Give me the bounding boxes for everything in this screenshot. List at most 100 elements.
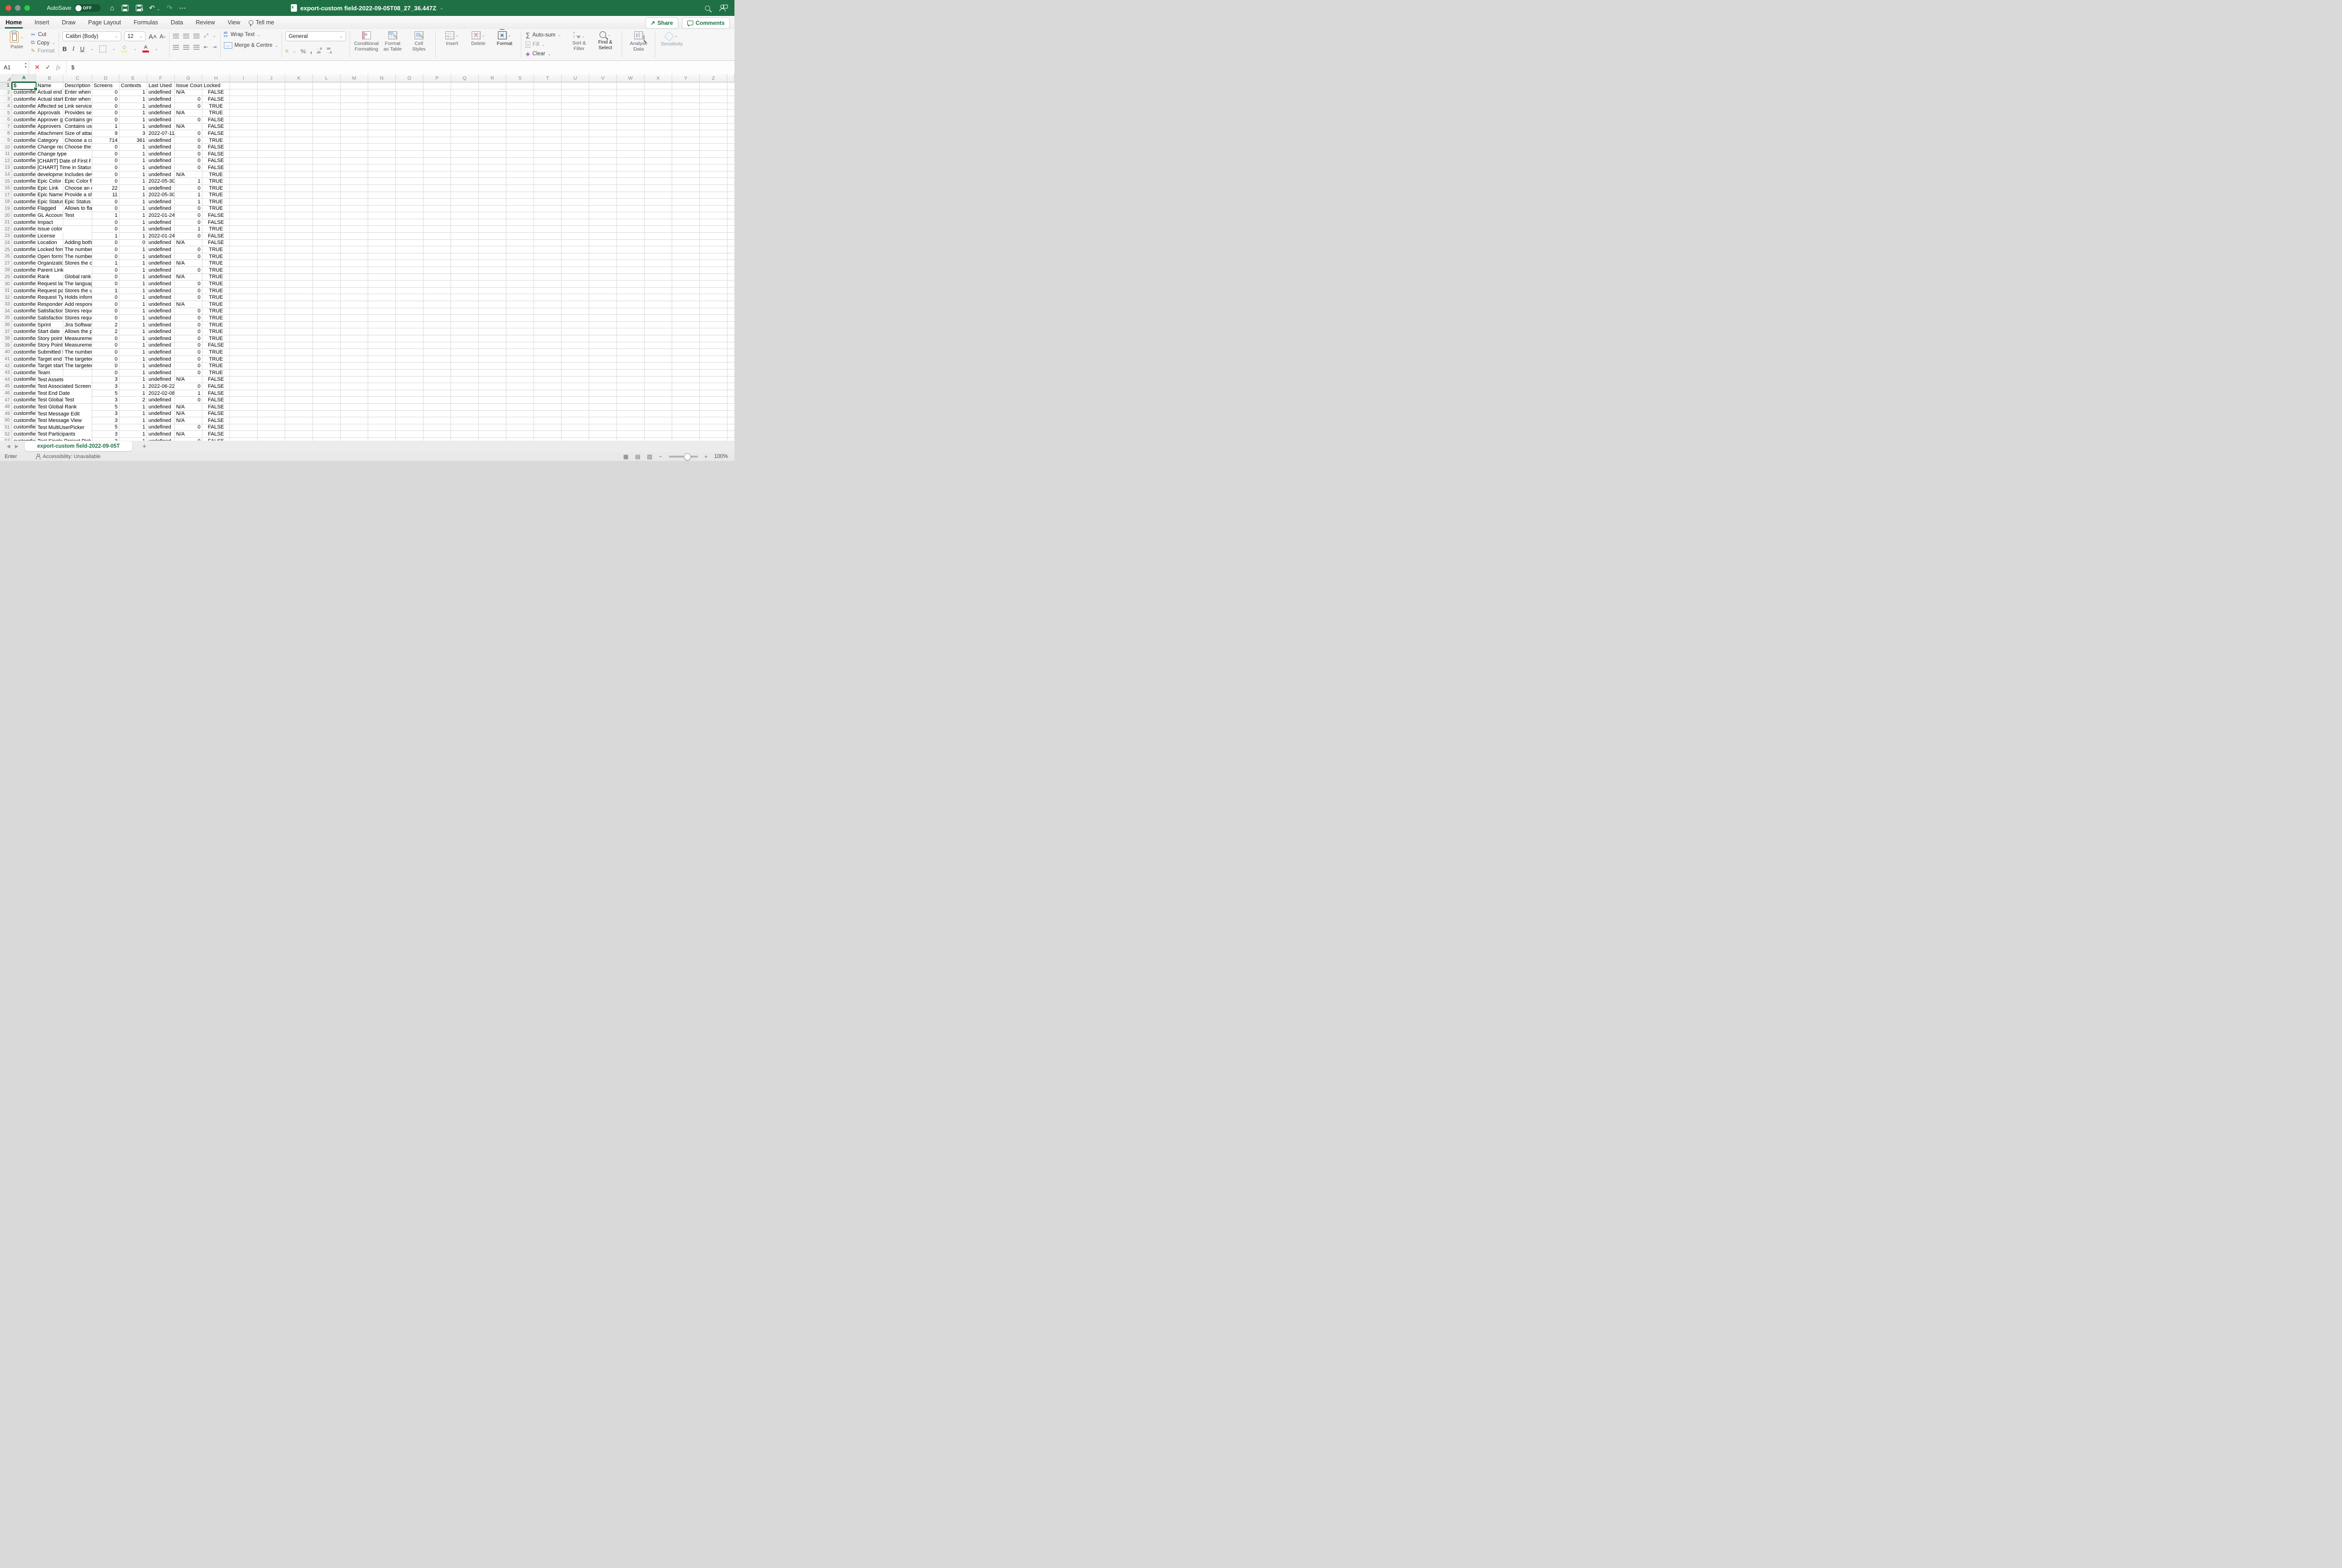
cell-A9[interactable]: customfield_ xyxy=(12,137,36,144)
cell-B33[interactable]: Responders xyxy=(36,301,63,308)
cell-I19[interactable] xyxy=(230,206,258,213)
row-header-2[interactable]: 2 xyxy=(0,89,12,96)
cell-A21[interactable]: customfield_ xyxy=(12,219,36,226)
cell-Q51[interactable] xyxy=(451,424,479,431)
cell-E48[interactable]: 1 xyxy=(119,404,147,411)
cell-E36[interactable]: 1 xyxy=(119,322,147,329)
cell-D7[interactable]: 1 xyxy=(92,124,119,131)
cell-Z15[interactable] xyxy=(700,178,727,185)
cell-M16[interactable] xyxy=(341,185,368,192)
cell-K27[interactable] xyxy=(285,260,313,267)
share-people-icon[interactable] xyxy=(719,5,728,11)
cell-K37[interactable] xyxy=(285,328,313,335)
cell-J37[interactable] xyxy=(258,328,285,335)
cell-V39[interactable] xyxy=(589,342,617,349)
cell-K29[interactable] xyxy=(285,274,313,281)
cell-T51[interactable] xyxy=(534,424,562,431)
cell-K23[interactable] xyxy=(285,233,313,240)
cell-U2[interactable] xyxy=(562,89,589,96)
cell-M13[interactable] xyxy=(341,164,368,171)
cell-D3[interactable]: 0 xyxy=(92,96,119,103)
cell-J51[interactable] xyxy=(258,424,285,431)
cell-N12[interactable] xyxy=(368,158,396,165)
cell-P32[interactable] xyxy=(423,294,451,301)
cell-I35[interactable] xyxy=(230,315,258,322)
cell-L46[interactable] xyxy=(313,390,341,397)
cell-M41[interactable] xyxy=(341,356,368,363)
cell-X29[interactable] xyxy=(645,274,672,281)
cell-C39[interactable]: Measuremen xyxy=(63,342,92,349)
row-header-44[interactable]: 44 xyxy=(0,377,12,384)
cell-G23[interactable]: 0 xyxy=(175,233,202,240)
cell-P1[interactable] xyxy=(423,82,451,89)
cell-Y3[interactable] xyxy=(672,96,700,103)
cell-K44[interactable] xyxy=(285,377,313,384)
cell-L40[interactable] xyxy=(313,349,341,356)
home-icon[interactable]: ⌂ xyxy=(110,5,114,12)
cell-X45[interactable] xyxy=(645,383,672,390)
cell-Q16[interactable] xyxy=(451,185,479,192)
cell-P16[interactable] xyxy=(423,185,451,192)
cell-M44[interactable] xyxy=(341,377,368,384)
cell-Z19[interactable] xyxy=(700,206,727,213)
cell-F15[interactable]: 2022-05-30T xyxy=(147,178,175,185)
cell-P36[interactable] xyxy=(423,322,451,329)
cell-J9[interactable] xyxy=(258,137,285,144)
cell-I15[interactable] xyxy=(230,178,258,185)
cell-H20[interactable]: FALSE xyxy=(202,212,230,219)
cell-B21[interactable]: Impact xyxy=(36,219,63,226)
cell-Y17[interactable] xyxy=(672,192,700,199)
cell-T35[interactable] xyxy=(534,315,562,322)
cell-Z17[interactable] xyxy=(700,192,727,199)
cell-X37[interactable] xyxy=(645,328,672,335)
more-commands-icon[interactable]: ⋯ xyxy=(179,5,186,12)
cell-D24[interactable]: 0 xyxy=(92,240,119,247)
cell-P18[interactable] xyxy=(423,199,451,206)
cell-P37[interactable] xyxy=(423,328,451,335)
cell-G21[interactable]: 0 xyxy=(175,219,202,226)
cell-N47[interactable] xyxy=(368,397,396,404)
cell-K45[interactable] xyxy=(285,383,313,390)
cell-A20[interactable]: customfield_ xyxy=(12,212,36,219)
cell-E12[interactable]: 1 xyxy=(119,158,147,165)
cell-N28[interactable] xyxy=(368,267,396,274)
row-header-34[interactable]: 34 xyxy=(0,308,12,315)
row-header-45[interactable]: 45 xyxy=(0,383,12,390)
cell-D29[interactable]: 0 xyxy=(92,274,119,281)
cell-E5[interactable]: 1 xyxy=(119,110,147,117)
cell-U21[interactable] xyxy=(562,219,589,226)
cell-O31[interactable] xyxy=(396,288,423,295)
cell-M48[interactable] xyxy=(341,404,368,411)
cell-V36[interactable] xyxy=(589,322,617,329)
cell-J33[interactable] xyxy=(258,301,285,308)
row-header-52[interactable]: 52 xyxy=(0,431,12,438)
cell-K36[interactable] xyxy=(285,322,313,329)
cell-D23[interactable]: 1 xyxy=(92,233,119,240)
cell-I4[interactable] xyxy=(230,103,258,110)
increase-font-icon[interactable]: A˄ xyxy=(148,33,157,40)
cell-Q33[interactable] xyxy=(451,301,479,308)
cell-R35[interactable] xyxy=(479,315,506,322)
cell-Y36[interactable] xyxy=(672,322,700,329)
cell-R40[interactable] xyxy=(479,349,506,356)
cell-Z35[interactable] xyxy=(700,315,727,322)
cell-Y1[interactable] xyxy=(672,82,700,89)
cell-R48[interactable] xyxy=(479,404,506,411)
cell-X9[interactable] xyxy=(645,137,672,144)
cell-R18[interactable] xyxy=(479,199,506,206)
cell-K5[interactable] xyxy=(285,110,313,117)
cell-C41[interactable]: The targeted xyxy=(63,356,92,363)
cell-J10[interactable] xyxy=(258,144,285,151)
cell-J27[interactable] xyxy=(258,260,285,267)
cell-N18[interactable] xyxy=(368,199,396,206)
cell-W9[interactable] xyxy=(617,137,645,144)
cell-B46[interactable]: Test End Date xyxy=(36,390,63,397)
row-header-16[interactable]: 16 xyxy=(0,185,12,192)
cell-P43[interactable] xyxy=(423,370,451,377)
cell-G29[interactable]: N/A xyxy=(175,274,202,281)
cell-C37[interactable]: Allows the p xyxy=(63,328,92,335)
cell-M26[interactable] xyxy=(341,253,368,260)
cell-U47[interactable] xyxy=(562,397,589,404)
cell-Y16[interactable] xyxy=(672,185,700,192)
cell-A19[interactable]: customfield_ xyxy=(12,206,36,213)
